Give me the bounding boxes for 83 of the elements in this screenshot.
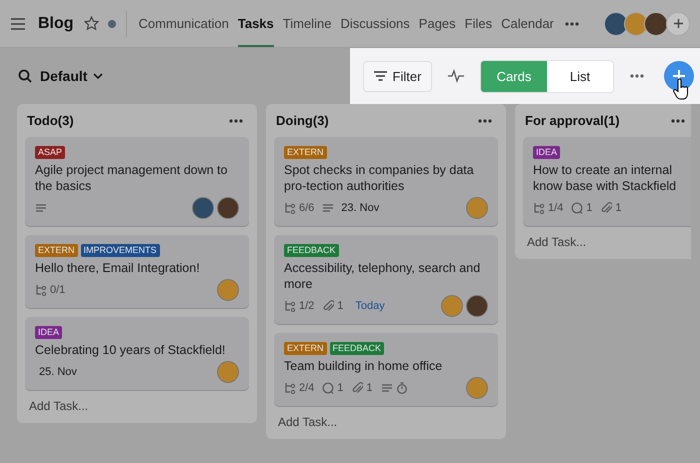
count-label: 1 [337, 300, 344, 312]
due-date: Today [355, 300, 385, 312]
tag: IMPROVEMENTS [80, 244, 160, 257]
hand-cursor-icon [673, 78, 689, 100]
lines-icon [322, 202, 334, 214]
card-title: Spot checks in companies by data pro-tection authorities [284, 162, 475, 194]
nav-tab[interactable]: Files [464, 0, 492, 46]
filter-button[interactable]: Filter [363, 60, 432, 92]
count-label: 1 [337, 382, 344, 394]
subtask-icon [35, 284, 47, 296]
task-card[interactable]: ASAP Agile project management down to the basics [25, 137, 249, 226]
more-icon[interactable] [630, 74, 644, 78]
subtask-icon [284, 300, 296, 312]
add-task-link[interactable]: Add Task... [523, 235, 691, 249]
column-title: Doing(3) [276, 113, 329, 128]
count-label: 6/6 [299, 202, 314, 214]
count-label: 1 [586, 202, 592, 214]
stopwatch-icon [396, 382, 408, 394]
column-title: Todo(3) [27, 113, 74, 128]
comment-icon [571, 202, 584, 214]
card-title: Team building in home office [284, 358, 444, 374]
menu-icon[interactable] [10, 16, 26, 30]
more-icon[interactable] [564, 22, 579, 26]
paperclip-icon [322, 300, 334, 312]
nav-tab[interactable]: Communication [138, 0, 229, 46]
card-title: How to create an internal know base with Stackfield [533, 162, 678, 194]
view-dropdown[interactable]: Default [40, 68, 104, 84]
tag: FEEDBACK [330, 342, 384, 355]
card-title: Celebrating 10 years of Stackfield! [35, 342, 226, 358]
tag: EXTERN [284, 342, 327, 355]
task-card[interactable]: EXTERN IMPROVEMENTS Hello there, Email Integration! 0/1 [25, 235, 249, 308]
tag: IDEA [533, 146, 560, 159]
chevron-down-icon [93, 73, 104, 79]
count-label: 1 [366, 382, 373, 394]
lines-icon [35, 202, 47, 214]
more-icon[interactable] [229, 118, 243, 122]
tag: EXTERN [284, 146, 327, 159]
tag: EXTERN [35, 244, 78, 257]
nav-tab[interactable]: Discussions [340, 0, 410, 46]
add-button[interactable] [664, 61, 694, 91]
card-title: Accessibility, telephony, search and more [284, 260, 482, 292]
more-icon[interactable] [671, 118, 685, 122]
search-icon[interactable] [18, 69, 32, 83]
add-task-link[interactable]: Add Task... [274, 415, 498, 429]
paperclip-icon [600, 202, 612, 214]
tag: ASAP [35, 146, 66, 159]
count-label: 0/1 [50, 284, 66, 296]
card-title: Hello there, Email Integration! [35, 260, 201, 276]
nav-tab[interactable]: Pages [418, 0, 456, 46]
nav-tab[interactable]: Tasks [238, 0, 274, 46]
project-title: Blog [38, 14, 74, 32]
card-title: Agile project management down to the basics [35, 162, 228, 194]
star-icon[interactable] [84, 16, 99, 31]
plus-icon [673, 70, 685, 82]
filter-icon [374, 71, 387, 81]
count-label: 2/4 [299, 382, 314, 394]
status-dot-icon [108, 20, 116, 28]
plus-icon [674, 19, 682, 28]
task-card[interactable]: EXTERN FEEDBACK Team building in home office 2/4 1 1 [274, 333, 498, 406]
more-icon[interactable] [478, 118, 492, 122]
task-card[interactable]: IDEA Celebrating 10 years of Stackfield! 25. Nov [25, 317, 249, 390]
due-date: 23. Nov [341, 202, 380, 214]
subtask-icon [284, 382, 296, 394]
add-member-button[interactable] [666, 12, 690, 36]
due-date: 25. Nov [39, 366, 77, 378]
comment-icon [322, 382, 334, 394]
nav-tab[interactable]: Timeline [282, 0, 332, 46]
subtask-icon [533, 202, 545, 214]
add-task-link[interactable]: Add Task... [25, 399, 249, 413]
nav-tab[interactable]: Calendar [501, 0, 554, 46]
count-label: 1/4 [548, 202, 564, 214]
column-title: For approval(1) [525, 113, 620, 128]
count-label: 1/2 [299, 300, 314, 312]
activity-icon[interactable] [448, 69, 464, 83]
paperclip-icon [351, 382, 364, 394]
tag: FEEDBACK [284, 244, 339, 257]
count-label: 1 [615, 202, 622, 214]
subtask-icon [284, 202, 296, 214]
task-card[interactable]: EXTERN Spot checks in companies by data pro-tection authorities 6/6 23. Nov [274, 137, 498, 226]
lines-icon [380, 382, 393, 394]
task-card[interactable]: FEEDBACK Accessibility, telephony, search and more 1/2 1 Today [274, 235, 498, 324]
task-card[interactable]: IDEA How to create an internal know base with Stackfield 1/4 1 1 [523, 137, 691, 226]
tag: IDEA [35, 326, 62, 339]
